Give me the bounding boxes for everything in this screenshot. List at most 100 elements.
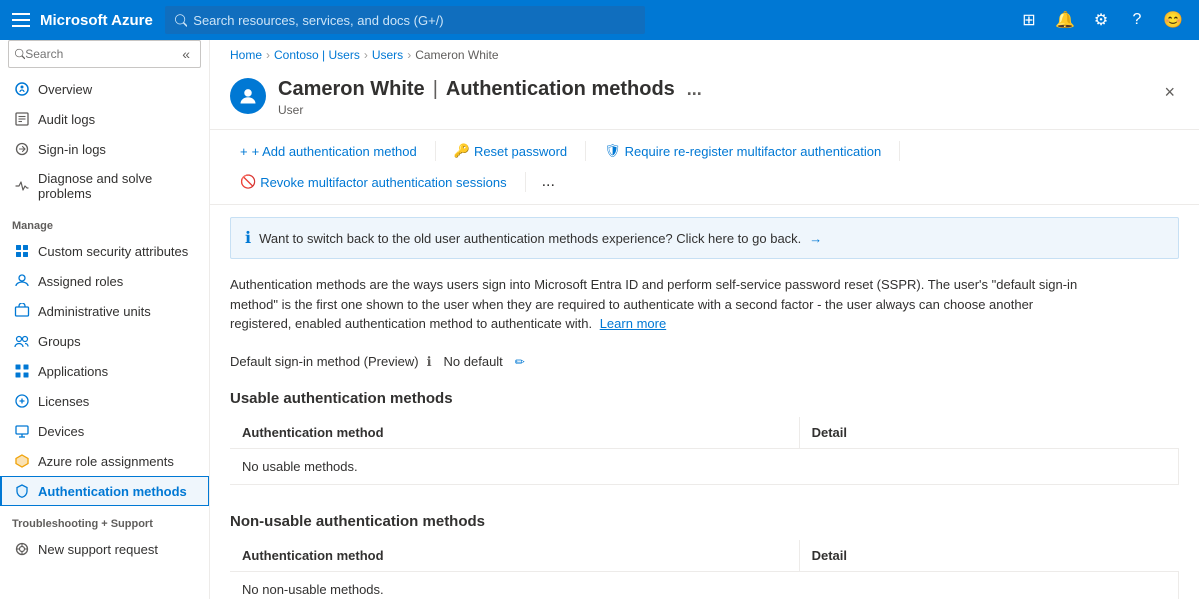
reset-label: Reset password (474, 144, 567, 159)
sidebar-label-azure-role: Azure role assignments (38, 454, 174, 469)
sidebar-label-licenses: Licenses (38, 394, 89, 409)
sidebar-item-support[interactable]: New support request (0, 534, 209, 564)
overview-icon (14, 81, 30, 97)
sidebar: « Overview Audit logs Sign-in logs Diagn… (0, 40, 210, 599)
toolbar-more-button[interactable]: ... (534, 168, 563, 196)
search-icon (175, 14, 187, 27)
revoke-mfa-button[interactable]: 🚫 Revoke multifactor authentication sess… (230, 169, 517, 195)
sidebar-label-assigned-roles: Assigned roles (38, 274, 123, 289)
nonusable-col-method: Authentication method (230, 540, 799, 572)
sidebar-item-overview[interactable]: Overview (0, 74, 209, 104)
help-icon[interactable]: ? (1123, 6, 1151, 34)
notifications-icon[interactable]: 🔔 (1051, 6, 1079, 34)
hamburger-menu[interactable] (12, 13, 30, 27)
add-auth-method-button[interactable]: + + Add authentication method (230, 139, 427, 164)
page-subtitle: User (278, 103, 1148, 117)
toolbar-sep-2 (585, 141, 586, 161)
sidebar-collapse-btn[interactable]: « (178, 44, 194, 64)
manage-label: Manage (0, 208, 209, 236)
signin-icon (14, 141, 30, 157)
sidebar-item-diagnose[interactable]: Diagnose and solve problems (0, 164, 209, 208)
sidebar-item-licenses[interactable]: Licenses (0, 386, 209, 416)
shield-toolbar-icon: 🛡 (604, 143, 621, 159)
breadcrumb-users[interactable]: Users (372, 48, 403, 62)
main-layout: « Overview Audit logs Sign-in logs Diagn… (0, 40, 1199, 599)
require-label: Require re-register multifactor authenti… (625, 144, 882, 159)
usable-no-data-row: No usable methods. (230, 448, 1179, 484)
diagnose-icon (14, 178, 30, 194)
nav-icons: ⊞ 🔔 ⚙ ? 😊 (1015, 6, 1187, 34)
key-icon: 🔑 (454, 143, 470, 159)
custom-security-icon (14, 243, 30, 259)
feedback-icon[interactable]: 😊 (1159, 6, 1187, 34)
reset-password-button[interactable]: 🔑 Reset password (444, 138, 577, 164)
sidebar-search-box[interactable]: « (8, 40, 201, 68)
page-title: Cameron White | Authentication methods .… (278, 78, 1148, 101)
close-button[interactable]: × (1160, 78, 1179, 107)
usable-no-data: No usable methods. (230, 448, 1179, 484)
main-content: Home › Contoso | Users › Users › Cameron… (210, 40, 1199, 599)
sidebar-item-assigned-roles[interactable]: Assigned roles (0, 266, 209, 296)
sidebar-item-applications[interactable]: Applications (0, 356, 209, 386)
top-navigation: Microsoft Azure ⊞ 🔔 ⚙ ? 😊 (0, 0, 1199, 40)
learn-more-link[interactable]: Learn more (600, 316, 666, 331)
page-title-separator: | (433, 78, 438, 101)
require-reregister-button[interactable]: 🛡 Require re-register multifactor authen… (594, 138, 891, 164)
sidebar-item-groups[interactable]: Groups (0, 326, 209, 356)
nonusable-section: Non-usable authentication methods Authen… (210, 501, 1199, 599)
page-header: Cameron White | Authentication methods .… (210, 70, 1199, 130)
description: Authentication methods are the ways user… (210, 271, 1110, 346)
sidebar-item-devices[interactable]: Devices (0, 416, 209, 446)
default-signin-info-icon[interactable]: ℹ (427, 354, 432, 370)
nonusable-table: Authentication method Detail No non-usab… (230, 540, 1179, 599)
toolbar: + + Add authentication method 🔑 Reset pa… (210, 130, 1199, 205)
sidebar-item-custom-security[interactable]: Custom security attributes (0, 236, 209, 266)
roles-icon (14, 273, 30, 289)
page-title-section: Authentication methods (446, 78, 675, 101)
sidebar-label-custom-security: Custom security attributes (38, 244, 188, 259)
usable-table: Authentication method Detail No usable m… (230, 417, 1179, 485)
breadcrumb-current: Cameron White (415, 48, 498, 62)
audit-icon (14, 111, 30, 127)
admin-icon (14, 303, 30, 319)
toolbar-sep-3 (899, 141, 900, 161)
azure-role-icon (14, 453, 30, 469)
default-signin-edit-icon[interactable]: ✏ (515, 355, 525, 369)
nonusable-no-data: No non-usable methods. (230, 571, 1179, 599)
toolbar-sep-1 (435, 141, 436, 161)
troubleshoot-label: Troubleshooting + Support (0, 506, 209, 534)
sidebar-item-signin[interactable]: Sign-in logs (0, 134, 209, 164)
breadcrumb-home[interactable]: Home (230, 48, 262, 62)
nonusable-no-data-row: No non-usable methods. (230, 571, 1179, 599)
breadcrumb-contoso[interactable]: Contoso | Users (274, 48, 360, 62)
global-search-input[interactable] (193, 13, 635, 28)
page-header-info: Cameron White | Authentication methods .… (278, 78, 1148, 117)
info-banner-icon: ℹ (245, 228, 251, 248)
sidebar-item-auth-methods[interactable]: Authentication methods (0, 476, 209, 506)
sidebar-item-audit[interactable]: Audit logs (0, 104, 209, 134)
support-icon (14, 541, 30, 557)
usable-col-method: Authentication method (230, 417, 799, 449)
devices-icon (14, 423, 30, 439)
sidebar-item-admin-units[interactable]: Administrative units (0, 296, 209, 326)
settings-icon[interactable]: ⚙ (1087, 6, 1115, 34)
global-search[interactable] (165, 6, 645, 34)
sidebar-label-groups: Groups (38, 334, 81, 349)
nonusable-col-detail: Detail (799, 540, 1178, 572)
info-banner: ℹ Want to switch back to the old user au… (230, 217, 1179, 259)
sidebar-label-admin-units: Administrative units (38, 304, 151, 319)
breadcrumb-sep-1: › (266, 48, 270, 62)
sidebar-item-azure-role[interactable]: Azure role assignments (0, 446, 209, 476)
banner-link[interactable]: → (809, 231, 822, 246)
breadcrumb-sep-2: › (364, 48, 368, 62)
add-icon: + (240, 144, 248, 159)
sidebar-label-audit: Audit logs (38, 112, 95, 127)
usable-section: Usable authentication methods Authentica… (210, 378, 1199, 485)
portal-icon[interactable]: ⊞ (1015, 6, 1043, 34)
default-signin: Default sign-in method (Preview) ℹ No de… (210, 346, 1199, 378)
banner-text: Want to switch back to the old user auth… (259, 231, 801, 246)
sidebar-search-input[interactable] (25, 47, 178, 61)
sidebar-nav: Overview Audit logs Sign-in logs Diagnos… (0, 74, 209, 599)
page-more-btn[interactable]: ... (683, 79, 706, 100)
add-label: + Add authentication method (252, 144, 417, 159)
